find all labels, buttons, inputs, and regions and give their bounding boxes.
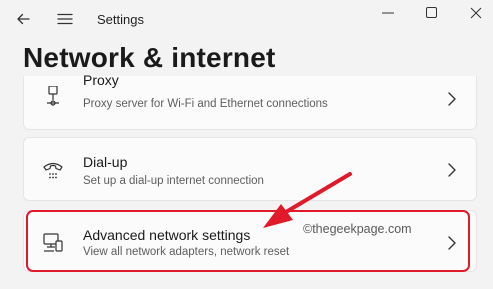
chevron-right-icon [446, 91, 458, 107]
minimize-icon [382, 12, 394, 14]
advanced-network-icon [42, 232, 64, 254]
dialup-description: Set up a dial-up internet connection [83, 175, 264, 187]
proxy-icon [42, 86, 64, 108]
proxy-settings-item[interactable]: Proxy Proxy server for Wi-Fi and Etherne… [23, 72, 477, 130]
dialup-settings-item[interactable]: Dial-up Set up a dial-up internet connec… [23, 137, 477, 201]
dialup-title: Dial-up [83, 154, 128, 170]
page-title: Network & internet [23, 42, 276, 73]
watermark: ©thegeekpage.com [303, 222, 412, 236]
title-bar: Settings [0, 0, 493, 40]
hamburger-menu-icon [57, 13, 73, 25]
chevron-right-icon [446, 235, 458, 251]
close-icon [470, 7, 482, 19]
minimize-button[interactable] [376, 4, 400, 22]
dialup-phone-icon [42, 159, 64, 181]
advanced-network-title: Advanced network settings [83, 227, 251, 243]
close-button[interactable] [464, 4, 488, 22]
advanced-network-settings-item[interactable]: Advanced network settings View all netwo… [23, 210, 477, 272]
back-button[interactable] [10, 6, 36, 32]
app-title: Settings [97, 12, 144, 27]
navigation-menu-button[interactable] [52, 6, 78, 32]
proxy-description: Proxy server for Wi-Fi and Ethernet conn… [83, 98, 328, 110]
proxy-title: Proxy [83, 72, 119, 88]
chevron-right-icon [446, 162, 458, 178]
maximize-button[interactable] [420, 4, 444, 22]
maximize-icon [426, 7, 437, 18]
back-arrow-icon [17, 13, 30, 25]
advanced-network-description: View all network adapters, network reset [83, 246, 290, 258]
